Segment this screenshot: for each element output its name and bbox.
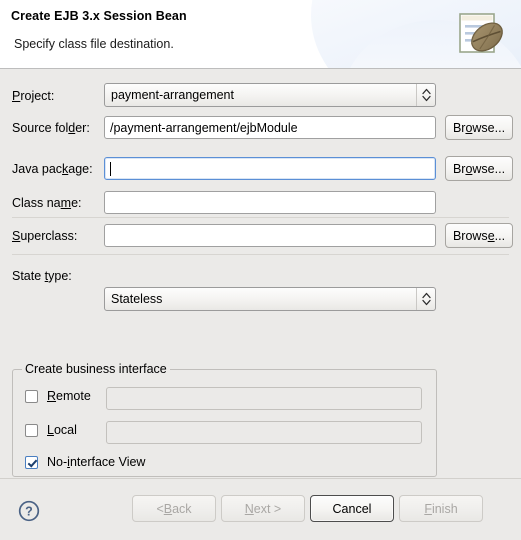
remote-interface-input: [106, 387, 422, 410]
group-title: Create business interface: [22, 362, 170, 376]
help-question-icon[interactable]: ?: [18, 500, 40, 522]
back-button[interactable]: < Back: [132, 495, 216, 522]
local-checkbox[interactable]: [25, 423, 38, 437]
local-interface-input: [106, 421, 422, 444]
java-package-field-wrap: [104, 157, 436, 180]
no-interface-view-checkbox-row[interactable]: No-interface View: [25, 455, 145, 469]
no-interface-view-checkbox[interactable]: [25, 455, 38, 469]
remote-checkbox-row[interactable]: Remote: [25, 389, 91, 403]
superclass-input[interactable]: [104, 224, 436, 247]
chevron-updown-icon: [417, 88, 435, 102]
ejb-bean-document-icon: [459, 13, 503, 53]
superclass-label: Superclass:: [12, 229, 78, 243]
remote-label: Remote: [47, 389, 91, 403]
cancel-button[interactable]: Cancel: [310, 495, 394, 522]
state-type-combobox[interactable]: Stateless: [104, 287, 436, 311]
no-interface-view-label: No-interface View: [47, 455, 146, 469]
section-divider-2: [12, 254, 509, 255]
text-caret: [110, 162, 111, 176]
remote-checkbox[interactable]: [25, 389, 38, 403]
dialog-button-bar: ? < Back Next > Cancel Finish: [0, 478, 521, 540]
page-subtitle: Specify class file destination.: [14, 37, 174, 51]
class-name-label: Class name:: [12, 196, 82, 210]
source-folder-browse-button[interactable]: Br o wse...: [445, 115, 513, 140]
dialog-header: Create EJB 3.x Session Bean Specify clas…: [0, 0, 521, 69]
class-name-input[interactable]: [104, 191, 436, 214]
java-package-label: Java package:: [12, 162, 93, 176]
project-label: Project:: [12, 89, 55, 103]
next-button[interactable]: Next >: [221, 495, 305, 522]
page-title: Create EJB 3.x Session Bean: [11, 9, 187, 23]
dialog-body: Project: payment-arrangement Source fold…: [0, 69, 521, 478]
state-type-combobox-value: Stateless: [111, 292, 163, 306]
project-combobox[interactable]: payment-arrangement: [104, 83, 436, 107]
local-checkbox-row[interactable]: Local: [25, 423, 77, 437]
source-folder-label: Source folder:: [12, 121, 90, 135]
java-package-input[interactable]: [104, 157, 436, 180]
java-package-browse-button[interactable]: Br o wse...: [445, 156, 513, 181]
source-folder-input[interactable]: [104, 116, 436, 139]
state-type-label: State type:: [12, 269, 72, 283]
local-label: Local: [47, 423, 77, 437]
project-combobox-value: payment-arrangement: [111, 88, 234, 102]
superclass-browse-button[interactable]: Brows e...: [445, 223, 513, 248]
section-divider-1: [12, 217, 509, 218]
wizard-buttons: < Back Next > Cancel Finish: [132, 495, 483, 522]
chevron-updown-icon: [417, 292, 435, 306]
svg-text:?: ?: [25, 505, 33, 519]
create-business-interface-group: Create business interface Remote Local N…: [12, 362, 437, 477]
finish-button[interactable]: Finish: [399, 495, 483, 522]
